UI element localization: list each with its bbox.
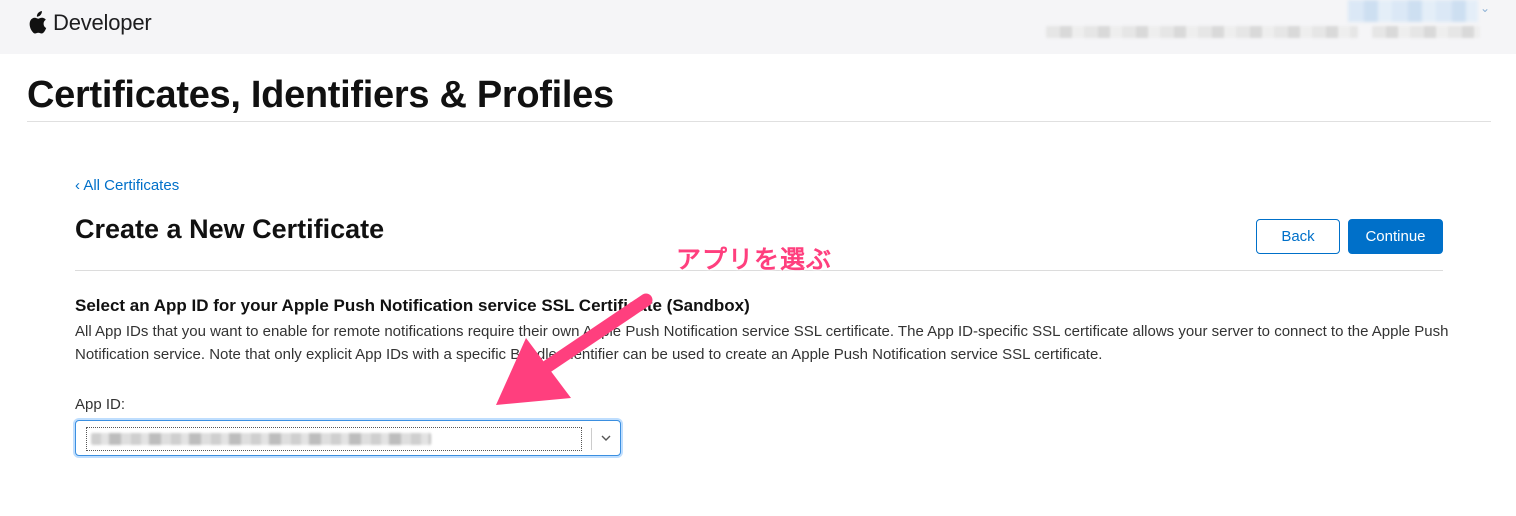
all-certificates-link[interactable]: ‹ All Certificates <box>75 177 179 194</box>
form-description: All App IDs that you want to enable for … <box>75 323 1449 363</box>
header-divider <box>27 121 1491 122</box>
section-title: Create a New Certificate <box>75 214 385 244</box>
page: Developer ⌄ Certificates, Identifiers & … <box>0 0 1516 516</box>
app-id-selected-value <box>86 427 582 451</box>
page-title: Certificates, Identifiers & Profiles <box>27 74 614 116</box>
back-button[interactable]: Back <box>1256 219 1340 254</box>
continue-button[interactable]: Continue <box>1348 219 1443 254</box>
account-name-redacted <box>1046 26 1358 38</box>
team-name-redacted <box>1372 26 1480 38</box>
annotation-label: アプリを選ぶ <box>676 245 833 274</box>
app-id-select[interactable] <box>75 420 621 456</box>
select-divider <box>591 428 592 450</box>
app-id-label: App ID: <box>75 396 126 413</box>
chevron-down-icon <box>601 435 611 441</box>
global-nav: Developer ⌄ <box>0 0 1516 54</box>
form-heading: Select an App ID for your Apple Push Not… <box>75 296 750 315</box>
brand-label: Developer <box>53 10 152 35</box>
account-badge-redacted <box>1348 0 1478 22</box>
chevron-down-icon: ⌄ <box>1480 1 1491 15</box>
apple-logo-icon <box>29 11 47 34</box>
app-id-value-text <box>87 428 88 429</box>
account-menu[interactable]: ⌄ <box>1046 0 1516 54</box>
developer-home-link[interactable]: Developer <box>27 8 152 38</box>
app-id-value-redacted <box>91 433 431 445</box>
